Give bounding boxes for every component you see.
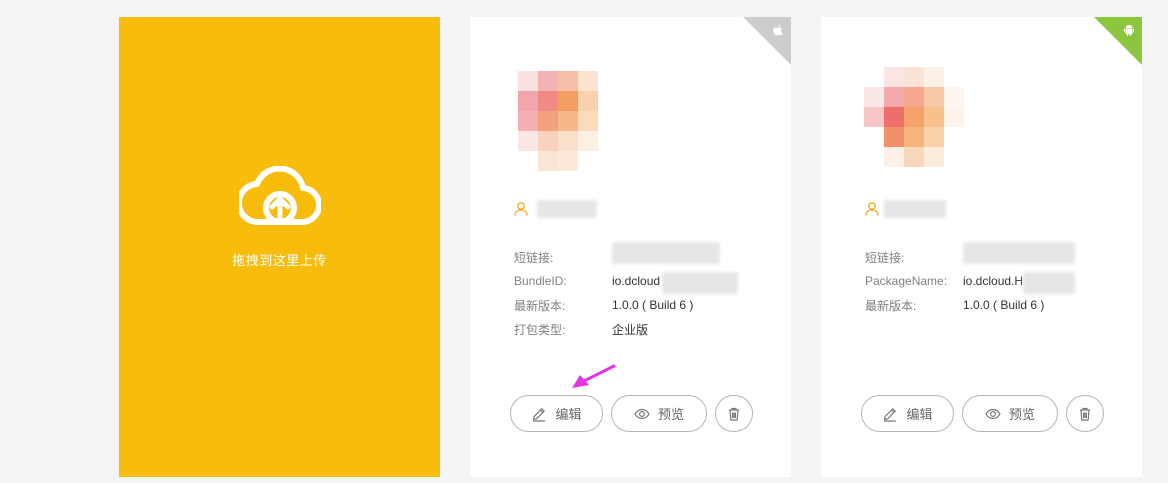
info-key: 最新版本:	[865, 298, 917, 313]
apple-icon	[773, 24, 783, 36]
info-key: PackageName:	[865, 274, 948, 288]
info-value: 1.0.0 ( Build 6 )	[963, 298, 1045, 312]
pencil-icon	[884, 407, 897, 422]
info-key: 最新版本:	[514, 298, 566, 313]
info-key: 短链接:	[865, 250, 905, 265]
annotation-arrow	[572, 364, 616, 388]
app-card-ios: 短链接: BundleID: io.dcloud 最新版本: 1.0.0 ( B…	[470, 17, 791, 477]
value-redacted	[662, 272, 739, 294]
owner-row	[864, 200, 946, 218]
info-value: io.dcloud.H	[963, 274, 1024, 288]
info-row: 打包类型: 企业版	[514, 317, 738, 341]
app-icon	[518, 71, 608, 171]
preview-label: 预览	[1008, 407, 1035, 422]
info-value: 1.0.0 ( Build 6 )	[612, 298, 694, 312]
info-key: 打包类型:	[514, 322, 566, 337]
app-info: 短链接: PackageName: io.dcloud.H 最新版本: 1.0.…	[865, 242, 1076, 317]
eye-icon	[634, 408, 650, 419]
info-value: io.dcloud	[612, 274, 661, 288]
value-redacted	[1023, 272, 1076, 294]
user-icon	[865, 202, 879, 216]
info-row: 最新版本: 1.0.0 ( Build 6 )	[865, 293, 1075, 317]
pencil-icon	[533, 407, 546, 422]
cloud-upload-icon	[238, 165, 321, 225]
trash-icon	[729, 407, 739, 421]
upload-label: 拖拽到这里上传	[232, 252, 327, 268]
short-link-redacted[interactable]	[963, 242, 1075, 265]
eye-icon	[985, 408, 1001, 419]
app-card-android: 短链接: PackageName: io.dcloud.H 最新版本: 1.0.…	[821, 17, 1142, 477]
info-row: 最新版本: 1.0.0 ( Build 6 )	[514, 293, 738, 317]
info-key: 短链接:	[514, 250, 554, 265]
edit-button[interactable]: 编辑	[861, 395, 954, 432]
trash-icon	[1080, 407, 1090, 421]
info-row: 短链接:	[865, 242, 1075, 269]
delete-button[interactable]	[1066, 395, 1104, 432]
app-icon	[864, 67, 964, 167]
edit-button[interactable]: 编辑	[510, 395, 603, 432]
owner-row	[513, 200, 597, 218]
short-link-redacted[interactable]	[612, 242, 720, 265]
preview-button[interactable]: 预览	[611, 395, 707, 432]
delete-button[interactable]	[715, 395, 753, 432]
owner-name-redacted	[884, 200, 946, 218]
upload-dropzone[interactable]: 拖拽到这里上传	[119, 17, 440, 477]
info-key: BundleID:	[514, 274, 567, 288]
info-row: 短链接:	[514, 242, 738, 269]
edit-label: 编辑	[906, 407, 933, 422]
info-row: PackageName: io.dcloud.H	[865, 269, 1076, 294]
preview-button[interactable]: 预览	[962, 395, 1058, 432]
info-value: 企业版	[612, 322, 649, 337]
edit-label: 编辑	[555, 407, 582, 422]
info-row: BundleID: io.dcloud	[514, 269, 739, 294]
android-icon	[1124, 24, 1134, 36]
app-info: 短链接: BundleID: io.dcloud 最新版本: 1.0.0 ( B…	[514, 242, 739, 341]
user-icon	[514, 202, 528, 216]
owner-name-redacted	[537, 200, 597, 218]
preview-label: 预览	[657, 407, 684, 422]
